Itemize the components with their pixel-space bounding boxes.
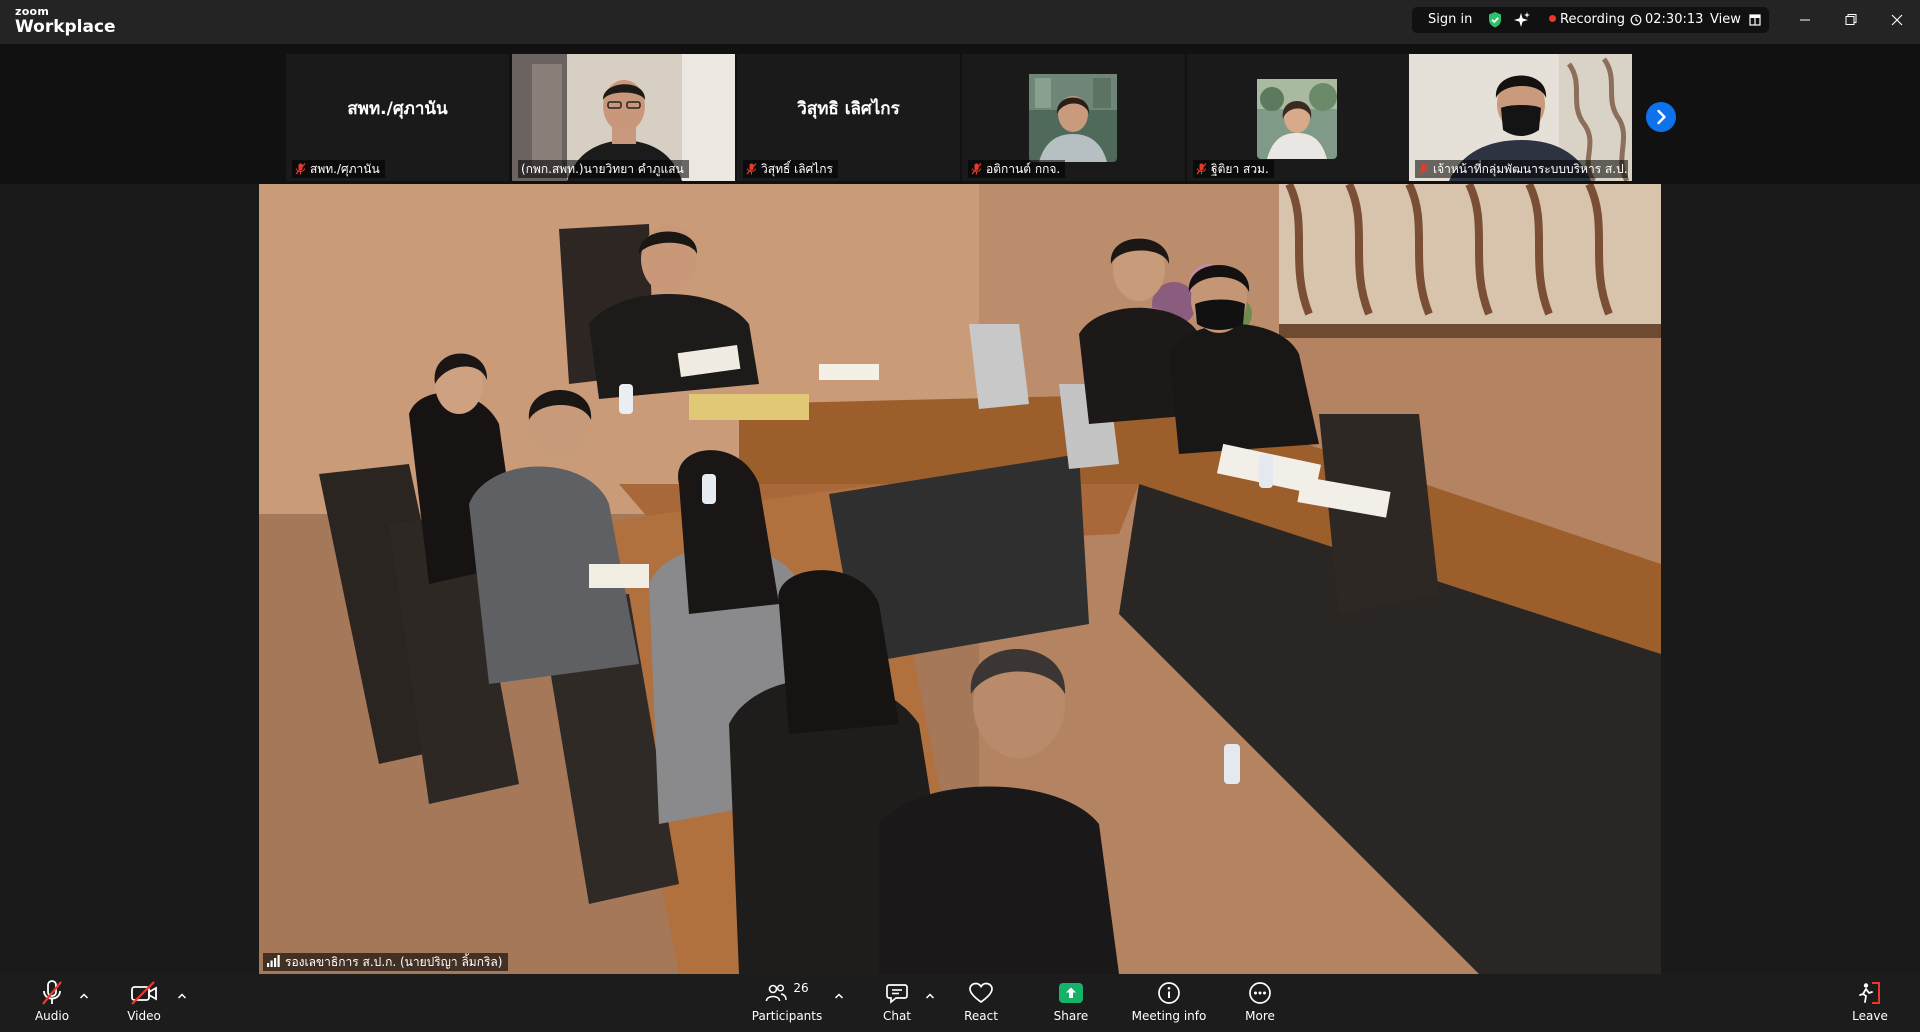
restore-button[interactable] — [1836, 8, 1866, 32]
minimize-button[interactable] — [1790, 8, 1820, 32]
meeting-timer: 02:30:13 — [1630, 7, 1703, 33]
participants-options-caret[interactable] — [832, 986, 846, 999]
active-speaker-name: รองเลขาธิการ ส.ป.ก. (นายปริญา ลิ้มกริล) — [285, 955, 503, 969]
meeting-room-video-frame — [259, 184, 1661, 974]
participant-tile[interactable]: เจ้าหน้าที่กลุ่มพัฒนาระบบบริหาร ส.ป.ก... — [1409, 54, 1632, 181]
signal-strength-icon — [267, 955, 280, 967]
security-shield-icon[interactable] — [1486, 7, 1504, 33]
share-screen-icon — [1059, 983, 1083, 1003]
participant-name-label: ฐิติยา สวม. — [1193, 160, 1274, 178]
view-label: View — [1710, 12, 1741, 27]
meeting-info-label: Meeting info — [1131, 1009, 1207, 1023]
leave-meeting-button[interactable]: Leave — [1830, 978, 1910, 1030]
participant-tile[interactable]: อติกานต์ กกจ. — [962, 54, 1185, 181]
participant-filmstrip: สพท./ศุภานัน สพท./ศุภานัน (กพก.สพท.)นายว… — [0, 44, 1920, 184]
participant-name-label: เจ้าหน้าที่กลุ่มพัฒนาระบบบริหาร ส.ป.ก... — [1415, 160, 1628, 178]
logo-brand-top: zoom — [15, 5, 50, 18]
mic-muted-icon — [1418, 163, 1429, 175]
meeting-status-bar: Sign in Recording 02:30:13 View — [1412, 7, 1769, 33]
react-label: React — [964, 1009, 998, 1023]
microphone-muted-icon — [42, 980, 62, 1005]
heart-icon — [969, 982, 993, 1004]
participant-name: สพท./ศุภานัน — [310, 162, 380, 176]
participant-display-name: สพท./ศุภานัน — [347, 99, 448, 119]
audio-label: Audio — [34, 1009, 70, 1023]
sign-in-button[interactable]: Sign in — [1428, 7, 1472, 33]
meeting-info-button[interactable]: Meeting info — [1128, 978, 1210, 1030]
participants-count: 26 — [793, 981, 809, 995]
active-speaker-video[interactable]: รองเลขาธิการ ส.ป.ก. (นายปริญา ลิ้มกริล) — [259, 184, 1661, 974]
participant-name: (กพก.สพท.)นายวิทยา คำภูแสน — [521, 162, 684, 176]
more-button[interactable]: More — [1220, 978, 1300, 1030]
participant-name: อติกานต์ กกจ. — [986, 162, 1061, 176]
leave-label: Leave — [1852, 1009, 1888, 1023]
participant-name: ฐิติยา สวม. — [1211, 162, 1269, 176]
more-options-icon — [1249, 982, 1271, 1004]
participant-avatar — [1029, 74, 1117, 162]
zoom-workplace-logo: zoom Workplace — [15, 6, 116, 36]
participant-tile[interactable]: ฐิติยา สวม. — [1187, 54, 1410, 181]
active-speaker-name-label: รองเลขาธิการ ส.ป.ก. (นายปริญา ลิ้มกริล) — [263, 953, 509, 971]
participants-button[interactable]: 26 Participants — [747, 978, 827, 1030]
participant-name-label: วิสุทธิ์ เลิศไกร — [743, 160, 838, 178]
recording-label: Recording — [1560, 12, 1626, 27]
info-icon — [1158, 982, 1180, 1004]
share-label: Share — [1053, 1009, 1089, 1023]
more-label: More — [1245, 1009, 1275, 1023]
participant-name-label: สพท./ศุภานัน — [292, 160, 385, 178]
participant-avatar — [1257, 79, 1337, 159]
next-page-button[interactable] — [1646, 102, 1676, 132]
chat-options-caret[interactable] — [923, 986, 937, 999]
camera-off-icon — [131, 981, 157, 1005]
participant-tile[interactable]: วิสุทธิ เลิศไกร วิสุทธิ์ เลิศไกร — [737, 54, 960, 181]
video-label: Video — [127, 1009, 161, 1023]
close-window-button[interactable] — [1882, 8, 1912, 32]
mic-muted-icon — [1196, 163, 1207, 175]
participant-display-name: วิสุทธิ เลิศไกร — [797, 99, 900, 119]
leave-door-icon — [1859, 982, 1880, 1004]
view-button[interactable]: View — [1710, 7, 1761, 33]
participants-label: Participants — [751, 1009, 823, 1023]
recording-dot-icon — [1549, 15, 1556, 22]
video-options-caret[interactable] — [175, 986, 189, 999]
ai-companion-icon[interactable] — [1513, 7, 1531, 33]
clock-icon — [1630, 14, 1642, 26]
timer-text: 02:30:13 — [1645, 12, 1704, 27]
chevron-right-icon — [1657, 109, 1666, 125]
participant-name-label: (กพก.สพท.)นายวิทยา คำภูแสน — [518, 160, 689, 178]
participant-name: วิสุทธิ์ เลิศไกร — [761, 162, 833, 176]
participant-tile[interactable]: สพท./ศุภานัน สพท./ศุภานัน — [286, 54, 509, 181]
participant-name: เจ้าหน้าที่กลุ่มพัฒนาระบบบริหาร ส.ป.ก... — [1433, 162, 1628, 176]
chat-icon — [886, 984, 908, 1004]
recording-indicator[interactable]: Recording — [1549, 7, 1625, 33]
mic-muted-icon — [746, 163, 757, 175]
participant-tile[interactable]: (กพก.สพท.)นายวิทยา คำภูแสน — [512, 54, 735, 181]
audio-options-caret[interactable] — [77, 986, 91, 999]
mic-muted-icon — [971, 163, 982, 175]
title-bar: zoom Workplace Sign in Recording 02:30:1… — [0, 0, 1920, 44]
participant-name-label: อติกานต์ กกจ. — [968, 160, 1066, 178]
grid-view-icon — [1749, 14, 1761, 26]
participants-icon — [766, 984, 788, 1002]
logo-brand-bottom: Workplace — [15, 17, 116, 37]
react-button[interactable]: React — [941, 978, 1021, 1030]
share-screen-button[interactable]: Share — [1031, 978, 1111, 1030]
video-button[interactable]: Video — [104, 978, 184, 1030]
chat-label: Chat — [882, 1009, 912, 1023]
meeting-controls-toolbar: Audio Video 26 Participants Chat React S… — [0, 974, 1920, 1032]
mic-muted-icon — [295, 163, 306, 175]
